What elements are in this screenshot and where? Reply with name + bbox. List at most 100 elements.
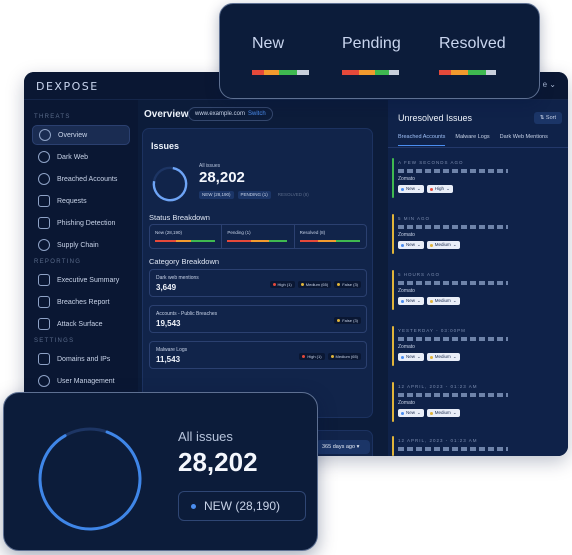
event-time: 12 APRIL, 2023 - 01:23 AM — [398, 384, 478, 389]
status-resolved[interactable]: Resolved (8) — [295, 225, 366, 248]
event-item[interactable]: YESTERDAY - 03:00PM Zomato New ⌄ Medium … — [392, 326, 566, 366]
sidebar-item-label: Phishing Detection — [57, 219, 116, 227]
issues-title: Issues — [151, 141, 180, 151]
event-item[interactable]: 5 HOURS AGO Zomato New ⌄ Medium ⌄ — [392, 270, 566, 310]
overview-icon — [39, 129, 51, 141]
event-time: 5 MIN AGO — [398, 216, 431, 221]
pill-resolved[interactable]: RESOLVED (8) — [275, 191, 312, 199]
event-source: Zomato — [398, 400, 415, 406]
event-time: A FEW SECONDS AGO — [398, 160, 464, 165]
switch-link[interactable]: Switch — [248, 108, 266, 120]
sidebar-item-domains-ips[interactable]: Domains and IPs — [32, 349, 130, 369]
tag-high: High (1) — [299, 353, 325, 360]
status-new-label: New (28,190) — [155, 230, 183, 235]
tag-medium: Medium (65) — [327, 353, 361, 360]
sidebar-item-label: Overview — [58, 131, 88, 139]
status-dropdown[interactable]: New ⌄ — [398, 297, 424, 305]
category-malware-logs[interactable]: Malware Logs 11,543 High (1) Medium (65) — [149, 341, 367, 369]
sort-label: Sort — [545, 115, 556, 121]
event-time: YESTERDAY - 03:00PM — [398, 328, 466, 333]
status-dropdown[interactable]: New ⌄ — [398, 241, 424, 249]
event-item[interactable]: 12 APRIL, 2023 - 01:23 AM Zomato New ⌄ M… — [392, 382, 566, 422]
pill-pending[interactable]: PENDING (1) — [237, 191, 271, 199]
status-dropdown[interactable]: New ⌄ — [398, 409, 424, 417]
category-count: 3,649 — [156, 283, 177, 292]
user-menu[interactable]: e ⌄ — [543, 80, 556, 89]
sort-button[interactable]: ⇅ Sort — [533, 112, 562, 124]
category-label: Accounts - Public Breaches — [156, 311, 218, 317]
domain-selector[interactable]: www.example.com Switch — [188, 107, 273, 121]
legend-new: New — [252, 35, 285, 52]
event-item[interactable]: 5 MIN AGO Zomato New ⌄ Medium ⌄ — [392, 214, 566, 254]
redacted-text — [398, 393, 508, 397]
sidebar-item-label: Domains and IPs — [57, 355, 111, 363]
event-item[interactable]: A FEW SECONDS AGO Zomato New ⌄ High ⌄ — [392, 158, 566, 198]
category-label: Malware Logs — [156, 347, 188, 353]
category-dark-web[interactable]: Dark web mentions 3,649 High (1) Medium … — [149, 269, 367, 297]
sidebar-item-executive-summary[interactable]: Executive Summary — [32, 270, 130, 290]
category-public-breaches[interactable]: Accounts - Public Breaches 19,543 False … — [149, 305, 367, 333]
sort-icon: ⇅ — [539, 115, 545, 121]
breaches-report-icon — [38, 296, 50, 308]
status-pending[interactable]: Pending (1) — [222, 225, 295, 248]
status-breakdown-title: Status Breakdown — [149, 213, 210, 222]
new-issues-label: NEW (28,190) — [204, 499, 281, 513]
logo: DEXPOSE — [36, 80, 99, 93]
tab-dark-web-mentions[interactable]: Dark Web Mentions — [500, 134, 548, 146]
sidebar-item-supply-chain[interactable]: Supply Chain — [32, 235, 130, 255]
tab-breached-accounts[interactable]: Breached Accounts — [398, 134, 446, 146]
tag-high: High (1) — [269, 281, 295, 288]
chevron-down-icon: ▾ — [356, 444, 360, 450]
issues-card: Issues All issues 28,202 NEW (28,190) PE… — [142, 128, 373, 418]
unresolved-tabs: Breached Accounts Malware Logs Dark Web … — [398, 134, 548, 146]
category-count: 11,543 — [156, 355, 181, 364]
redacted-text — [398, 447, 508, 451]
sidebar-item-breached-accounts[interactable]: Breached Accounts — [32, 169, 130, 189]
event-time: 12 APRIL, 2023 - 01:23 AM — [398, 438, 478, 443]
redacted-text — [398, 281, 508, 285]
severity-dropdown[interactable]: Medium ⌄ — [426, 409, 460, 417]
sidebar-item-label: Supply Chain — [57, 241, 99, 249]
section-settings: SETTINGS — [34, 338, 75, 344]
category-count: 19,543 — [156, 319, 181, 328]
severity-dropdown[interactable]: Medium ⌄ — [426, 353, 460, 361]
sidebar-item-label: Breached Accounts — [57, 175, 118, 183]
section-threats: THREATS — [34, 114, 71, 120]
unresolved-panel: Unresolved Issues ⇅ Sort Breached Accoun… — [388, 100, 568, 456]
status-new-bar — [155, 240, 215, 242]
status-pending-label: Pending (1) — [227, 230, 251, 235]
sidebar-item-user-management[interactable]: User Management — [32, 371, 130, 391]
status-new[interactable]: New (28,190) — [150, 225, 223, 248]
all-issues-ring — [38, 427, 142, 531]
sidebar-item-attack-surface[interactable]: Attack Surface — [32, 314, 130, 334]
severity-dropdown[interactable]: Medium ⌄ — [426, 297, 460, 305]
executive-summary-icon — [38, 274, 50, 286]
sidebar-item-breaches-report[interactable]: Breaches Report — [32, 292, 130, 312]
severity-dropdown[interactable]: Medium ⌄ — [426, 241, 460, 249]
severity-bar — [392, 436, 394, 456]
all-issues-count: 28,202 — [178, 447, 258, 477]
sidebar-item-dark-web[interactable]: Dark Web — [32, 147, 130, 167]
status-dropdown[interactable]: New ⌄ — [398, 353, 424, 361]
legend-bar-resolved — [439, 70, 496, 75]
event-time: 5 HOURS AGO — [398, 272, 441, 277]
dark-web-icon — [38, 151, 50, 163]
tab-malware-logs[interactable]: Malware Logs — [455, 134, 489, 146]
severity-dropdown[interactable]: High ⌄ — [426, 185, 453, 193]
sidebar-item-phishing-detection[interactable]: Phishing Detection — [32, 213, 130, 233]
new-dot-icon — [191, 503, 196, 509]
sidebar-item-requests[interactable]: Requests — [32, 191, 130, 211]
range-select[interactable]: 365 days ago ▾ — [316, 440, 370, 454]
all-issues-label: All issues — [178, 429, 233, 444]
all-issues-count: 28,202 — [199, 169, 245, 186]
tag-medium: Medium (65) — [297, 281, 332, 288]
sidebar-item-label: Requests — [57, 197, 87, 205]
category-breakdown-title: Category Breakdown — [149, 257, 220, 266]
event-item[interactable]: 12 APRIL, 2023 - 01:23 AM — [392, 436, 566, 456]
sidebar-item-overview[interactable]: Overview — [32, 125, 130, 145]
phishing-icon — [38, 217, 50, 229]
status-dropdown[interactable]: New ⌄ — [398, 185, 424, 193]
pill-new[interactable]: NEW (28,190) — [199, 191, 234, 199]
new-issues-pill[interactable]: NEW (28,190) — [178, 491, 306, 521]
sidebar-item-label: User Management — [57, 377, 115, 385]
